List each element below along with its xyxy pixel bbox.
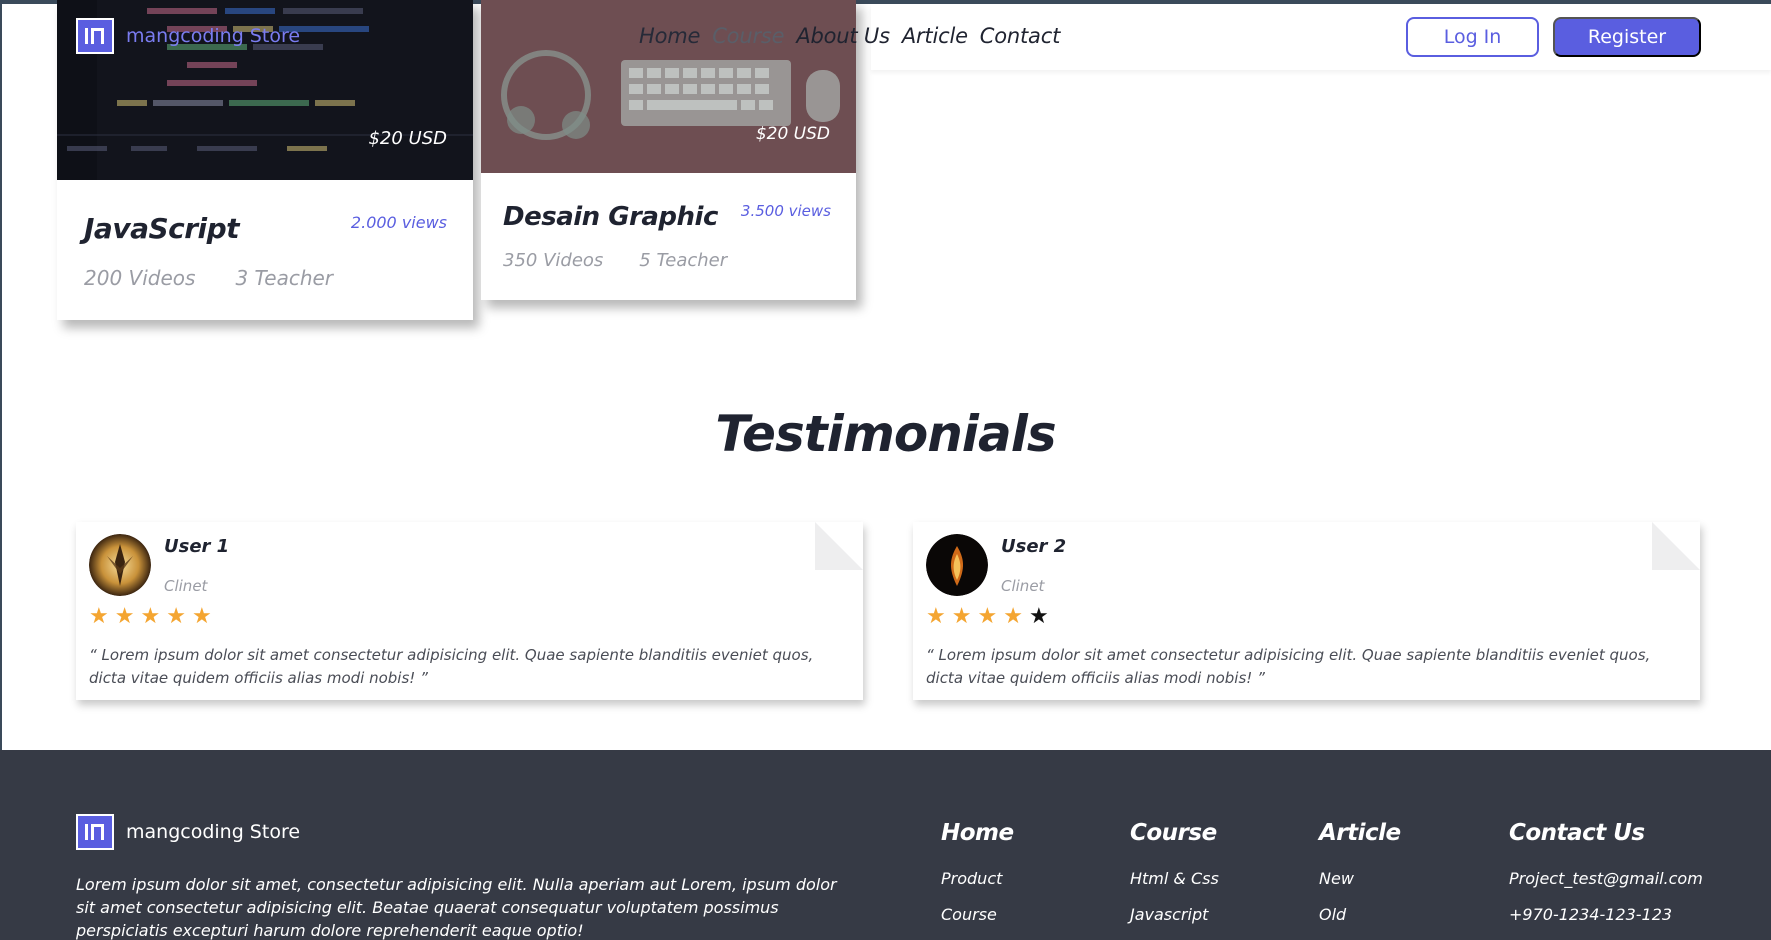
star-filled-icon: ★ [951,604,972,629]
footer-link-email[interactable]: Project_test@gmail.com [1509,868,1703,904]
star-filled-icon: ★ [191,604,212,629]
main-nav: Home Course About Us Article Contact [639,24,1060,48]
star-filled-icon: ★ [166,604,186,629]
star-filled-icon: ★ [140,604,161,629]
nav-link-contact[interactable]: Contact [980,24,1061,48]
footer-link-old[interactable]: Old [1319,904,1401,940]
footer-column-title: Contact Us [1509,820,1645,846]
footer-column-course: Course Html & Css Javascript [1130,820,1219,940]
footer-column-home: Home Product Course [941,820,1014,940]
user-name: User 1 [164,536,230,557]
testimonial-quote: “ Lorem ipsum dolor sit amet consectetur… [926,646,1651,687]
footer-brand-link[interactable]: mangcoding Store [76,814,300,850]
nav-link-home[interactable]: Home [639,24,700,48]
course-teacher-count: 3 Teacher [235,266,334,290]
user-name: User 2 [1001,536,1067,557]
site-footer: mangcoding Store Lorem ipsum dolor sit a… [0,750,1771,940]
course-videos-count: 200 Videos [84,266,196,290]
course-views: 3.500 views [740,202,831,220]
brand-logo-link[interactable]: mangcoding Store [76,18,300,54]
course-views: 2.000 views [350,213,447,232]
star-rating: ★ ★ ★ ★ ★ [89,606,212,628]
footer-column-article: Article New Old [1319,820,1401,940]
footer-description: Lorem ipsum dolor sit amet, consectetur … [76,875,837,940]
avatar [89,534,151,596]
window-left-edge [0,0,2,750]
star-rating: ★ ★ ★ ★ ★ [926,606,1049,628]
testimonial-card: User 2 Clinet ★ ★ ★ ★ ★ “ Lorem ipsum do… [913,522,1700,700]
user-role: Clinet [1001,577,1045,595]
star-empty-icon: ★ [1028,604,1049,629]
footer-link-javascript[interactable]: Javascript [1130,904,1219,940]
brand-name: mangcoding Store [126,25,301,47]
course-meta: 200 Videos 3 Teacher [84,266,333,290]
testimonial-quote: “ Lorem ipsum dolor sit amet consectetur… [89,646,814,687]
footer-column-title: Article [1319,820,1401,846]
star-filled-icon: ★ [114,604,135,629]
footer-link-product[interactable]: Product [941,868,1014,904]
star-filled-icon: ★ [977,604,998,629]
footer-column-title: Home [941,820,1014,846]
footer-link-phone[interactable]: +970-1234-123-123 [1509,904,1703,940]
footer-brand-name: mangcoding Store [126,821,301,843]
card-corner-fold [1652,522,1700,570]
course-title[interactable]: JavaScript [84,212,240,245]
top-navbar: mangcoding Store Home Course About Us Ar… [2,4,1771,70]
footer-link-new[interactable]: New [1319,868,1401,904]
brand-logo-icon [76,18,114,54]
register-button[interactable]: Register [1553,17,1701,57]
footer-link-course[interactable]: Course [941,904,1014,940]
nav-link-about-us[interactable]: About Us [796,24,890,48]
testimonial-card: User 1 Clinet ★ ★ ★ ★ ★ “ Lorem ipsum do… [76,522,863,700]
course-videos-count: 350 Videos [503,250,604,271]
course-price: $20 USD [755,124,830,144]
login-button[interactable]: Log In [1406,17,1539,57]
avatar [926,534,988,596]
brand-logo-icon [76,814,114,850]
course-meta: 350 Videos 5 Teacher [503,250,727,271]
footer-column-title: Course [1130,820,1217,846]
star-filled-icon: ★ [926,604,946,629]
nav-link-course[interactable]: Course [712,24,784,48]
star-filled-icon: ★ [89,604,109,629]
testimonials-heading: Testimonials [715,405,1056,463]
footer-column-contact-us: Contact Us Project_test@gmail.com +970-1… [1509,820,1703,940]
user-role: Clinet [164,577,208,595]
course-price: $20 USD [368,128,447,149]
star-filled-icon: ★ [1003,604,1023,629]
card-corner-fold [815,522,863,570]
footer-link-html-css[interactable]: Html & Css [1130,868,1219,904]
course-title[interactable]: Desain Graphic [503,202,718,232]
nav-link-article[interactable]: Article [902,24,968,48]
course-teacher-count: 5 Teacher [639,250,728,271]
